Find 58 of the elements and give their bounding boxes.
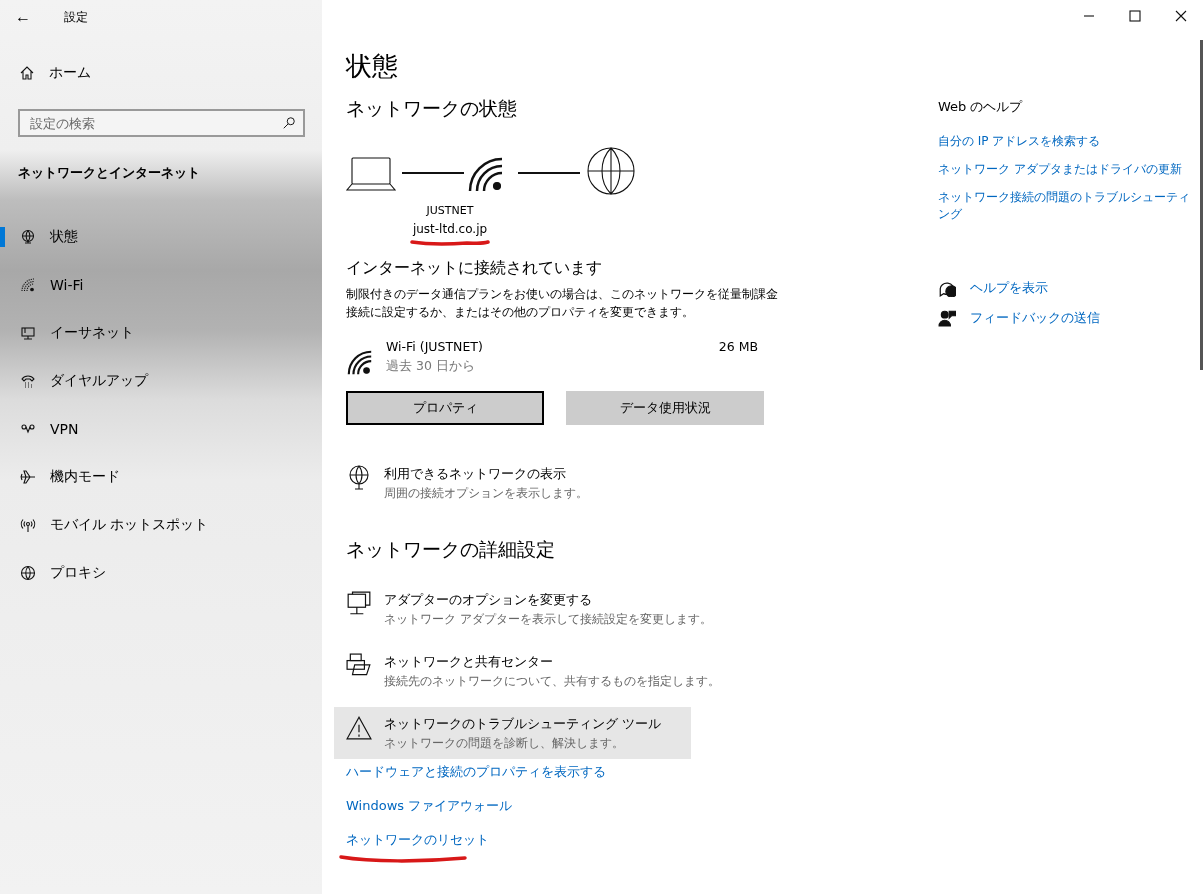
- settings-link[interactable]: ネットワークのトラブルシューティング ツール ネットワークの問題を診断し、解決します。: [334, 707, 691, 759]
- back-button[interactable]: ←: [0, 0, 46, 34]
- laptop-icon: [346, 155, 396, 191]
- airplane-icon: [20, 469, 36, 485]
- help-action-link[interactable]: フィードバックの送信: [938, 309, 1200, 327]
- window-title: 設定: [64, 8, 88, 26]
- sidebar-item[interactable]: Wi-Fi: [0, 261, 322, 309]
- antenna-icon: [20, 517, 36, 533]
- settings-link[interactable]: Windows ファイアウォール: [346, 798, 513, 813]
- wifi-icon: [346, 349, 374, 377]
- warning-icon: [346, 715, 372, 741]
- feedback-icon: [938, 309, 956, 327]
- sidebar-item[interactable]: プロキシ: [0, 549, 322, 597]
- home-icon: [19, 65, 35, 81]
- section-heading: ネットワークとインターネット: [18, 164, 201, 182]
- sidebar-item[interactable]: VPN: [0, 405, 322, 453]
- section-heading: ネットワークの詳細設定: [346, 537, 556, 562]
- sidebar-item[interactable]: イーサネット: [0, 309, 322, 357]
- help-heading: Web のヘルプ: [938, 98, 1024, 116]
- usage-period: 過去 30 日から: [386, 358, 476, 375]
- help-bubble-icon: [938, 279, 956, 297]
- help-link[interactable]: ネットワーク接続の問題のトラブルシューティング: [938, 189, 1200, 223]
- connection-description: 制限付きのデータ通信プランをお使いの場合は、このネットワークを従量制課金接続に設定するか、またはその他のプロパティを変更できます。: [346, 286, 779, 321]
- data-usage-button[interactable]: データ使用状況: [566, 391, 764, 425]
- home-link[interactable]: ホーム: [0, 57, 322, 89]
- wifi-icon: [20, 277, 36, 293]
- sidebar-item[interactable]: モバイル ホットスポット: [0, 501, 322, 549]
- sidebar-item[interactable]: 状態: [0, 213, 322, 261]
- scrollbar[interactable]: [1200, 40, 1203, 370]
- monitors-icon: [346, 591, 372, 617]
- globe-monitor-icon: [20, 229, 36, 245]
- page-title: 状態: [346, 50, 399, 82]
- sidebar-item[interactable]: 機内モード: [0, 453, 322, 501]
- phone-icon: [20, 373, 36, 389]
- connection-status: インターネットに接続されています: [346, 258, 603, 279]
- settings-link[interactable]: アダプターのオプションを変更する ネットワーク アダプターを表示して接続設定を変更します。: [334, 583, 724, 635]
- ethernet-icon: [20, 325, 36, 341]
- usage-amount: 26 MB: [718, 339, 758, 354]
- help-link[interactable]: ネットワーク アダプタまたはドライバの更新: [938, 161, 1200, 178]
- network-name: JUSTNET: [426, 203, 474, 219]
- search-icon: [282, 116, 296, 130]
- help-link[interactable]: 自分の IP アドレスを検索する: [938, 133, 1200, 150]
- search-field[interactable]: 設定の検索: [18, 109, 305, 137]
- close-icon: [1175, 10, 1187, 22]
- maximize-icon: [1129, 10, 1141, 22]
- sidebar-item[interactable]: ダイヤルアップ: [0, 357, 322, 405]
- settings-link[interactable]: 利用できるネットワークの表示 周囲の接続オプションを表示します。: [334, 457, 691, 509]
- settings-link[interactable]: ネットワークのリセット: [346, 832, 489, 847]
- settings-link[interactable]: ネットワークと共有センター 接続先のネットワークについて、共有するものを指定します。: [334, 645, 732, 697]
- settings-link[interactable]: ハードウェアと接続のプロパティを表示する: [346, 764, 606, 779]
- globe-monitor-icon: [346, 465, 372, 491]
- section-heading: ネットワークの状態: [346, 96, 518, 121]
- globe-icon: [586, 146, 636, 196]
- help-action-link[interactable]: ヘルプを表示: [938, 279, 1200, 297]
- properties-button[interactable]: プロパティ: [346, 391, 544, 425]
- usage-network-name: Wi-Fi (JUSTNET): [386, 339, 483, 354]
- network-domain: just-ltd.co.jp: [412, 221, 488, 238]
- globe-icon: [20, 565, 36, 581]
